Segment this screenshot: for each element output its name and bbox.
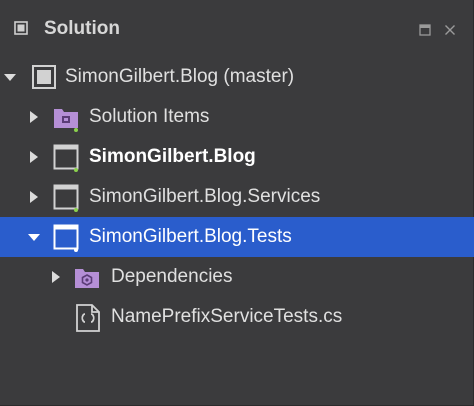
- expand-arrow-down-icon[interactable]: [4, 70, 16, 84]
- tree-row-solution-items[interactable]: Solution Items: [0, 97, 474, 137]
- tree-row-project-services[interactable]: SimonGilbert.Blog.Services: [0, 177, 474, 217]
- project-icon: [53, 144, 79, 172]
- tree-label: Solution Items: [89, 106, 210, 127]
- expand-arrow-right-icon[interactable]: [50, 270, 62, 284]
- tree-row-solution[interactable]: SimonGilbert.Blog (master): [0, 57, 474, 97]
- pad-header: Solution: [0, 0, 474, 58]
- solution-folder-icon: [53, 104, 79, 132]
- tree-row-project-blog[interactable]: SimonGilbert.Blog: [0, 137, 474, 177]
- expand-arrow-down-icon[interactable]: [28, 230, 40, 244]
- close-icon[interactable]: [444, 24, 456, 36]
- tree-label: SimonGilbert.Blog.Services: [89, 186, 321, 207]
- expand-arrow-right-icon[interactable]: [28, 190, 40, 204]
- tree-label: SimonGilbert.Blog.Tests: [89, 226, 292, 247]
- expand-arrow-right-icon[interactable]: [28, 150, 40, 164]
- project-icon: [53, 224, 79, 252]
- solution-pad: Solution SimonGilbert.Blog (master) Solu…: [0, 0, 474, 406]
- tree-label: SimonGilbert.Blog: [89, 146, 256, 167]
- tree-label: NamePrefixServiceTests.cs: [111, 306, 343, 327]
- dock-icon[interactable]: [419, 24, 431, 36]
- solution-icon: [31, 64, 57, 90]
- csharp-file-icon: [76, 304, 102, 332]
- pad-title: Solution: [44, 18, 120, 39]
- solution-panel-icon: [14, 21, 28, 35]
- dependencies-folder-icon: [74, 264, 100, 290]
- expand-arrow-right-icon[interactable]: [28, 110, 40, 124]
- tree-row-file-nameprefixservicetests[interactable]: NamePrefixServiceTests.cs: [0, 297, 474, 337]
- tree-row-dependencies[interactable]: Dependencies: [0, 257, 474, 297]
- tree-label: SimonGilbert.Blog (master): [65, 66, 295, 87]
- project-icon: [53, 184, 79, 212]
- tree-row-project-tests[interactable]: SimonGilbert.Blog.Tests: [0, 217, 474, 257]
- tree-label: Dependencies: [111, 266, 233, 287]
